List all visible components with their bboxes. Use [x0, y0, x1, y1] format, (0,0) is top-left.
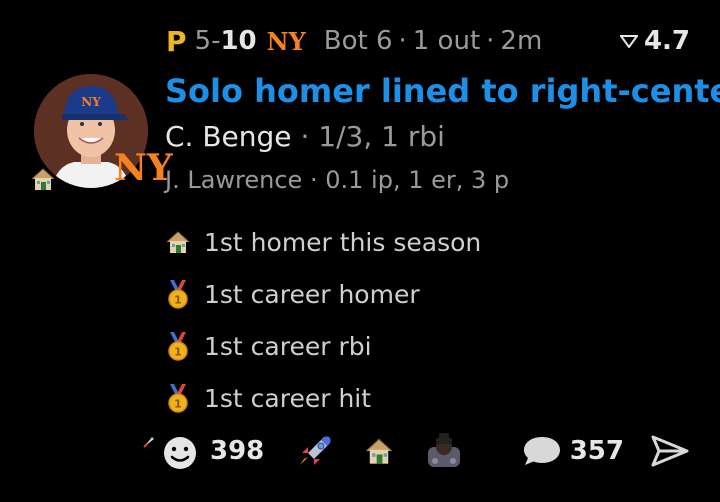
house-icon: [164, 227, 192, 257]
svg-text:NY: NY: [81, 95, 101, 109]
svg-text:1: 1: [174, 346, 182, 359]
pirates-logo-icon: P: [166, 24, 187, 58]
milestone-text: 1st career rbi: [204, 331, 372, 361]
house-icon: [30, 167, 56, 195]
separator-dot: ·: [398, 26, 407, 56]
list-item: 1 1st career hit: [164, 372, 481, 424]
batter-line: C. Benge · 1/3, 1 rbi: [165, 120, 445, 153]
list-item: 1st homer this season: [164, 216, 481, 268]
pitcher-line: J. Lawrence · 0.1 ip, 1 er, 3 p: [165, 166, 509, 194]
svg-text:1: 1: [174, 398, 182, 411]
home-score: 10: [220, 26, 257, 56]
batter-name[interactable]: C. Benge: [165, 120, 292, 153]
reaction-button[interactable]: 398: [140, 431, 264, 471]
svg-text:1: 1: [174, 294, 182, 307]
score-separator: -: [211, 26, 221, 56]
inning-label: Bot 6: [323, 26, 393, 56]
action-bar: 398 357: [140, 428, 690, 474]
reaction-count: 398: [210, 436, 265, 466]
comment-count: 357: [569, 436, 624, 466]
separator-dot: ·: [486, 26, 495, 56]
team-logo: NY: [114, 147, 173, 189]
custom-emoji-icon[interactable]: [424, 433, 464, 469]
milestone-text: 1st career homer: [204, 279, 420, 309]
separator-dot: ·: [300, 120, 310, 153]
list-item: 1 1st career homer: [164, 268, 481, 320]
medal-icon: 1: [164, 331, 192, 361]
medal-icon: 1: [164, 279, 192, 309]
send-icon: [651, 435, 689, 467]
outs-label: 1 out: [412, 26, 481, 56]
exit-velocity-indicator: 4.7: [619, 24, 690, 58]
house-icon[interactable]: [364, 436, 394, 466]
game-status-bar: P 5 - 10 NY Bot 6 · 1 out · 2m: [166, 24, 542, 58]
footer-right: 357: [522, 434, 690, 468]
list-item: 1 1st career rbi: [164, 320, 481, 372]
rocket-icon[interactable]: [294, 431, 334, 471]
tick-filter-icon: [619, 35, 638, 48]
milestone-text: 1st homer this season: [204, 227, 482, 257]
pitcher-stats: 0.1 ip, 1 er, 3 p: [325, 166, 510, 194]
reaction-add-icon: [143, 437, 196, 469]
share-button[interactable]: [650, 434, 690, 468]
play-title[interactable]: Solo homer lined to right-center: [165, 72, 720, 110]
mets-logo-icon: NY: [266, 26, 306, 56]
separator-dot: ·: [309, 166, 318, 194]
comment-bubble-icon: [523, 437, 560, 465]
pitcher-name[interactable]: J. Lawrence: [165, 166, 302, 194]
medal-icon: 1: [164, 383, 192, 413]
time-ago-label: 2m: [500, 26, 543, 56]
comments-button[interactable]: 357: [522, 434, 624, 468]
milestone-list: 1st homer this season 1 1st career homer…: [164, 216, 481, 424]
exit-velocity-value: 4.7: [643, 26, 690, 56]
batter-stats: 1/3, 1 rbi: [318, 120, 445, 153]
milestone-text: 1st career hit: [204, 383, 372, 413]
away-score: 5: [194, 26, 212, 56]
